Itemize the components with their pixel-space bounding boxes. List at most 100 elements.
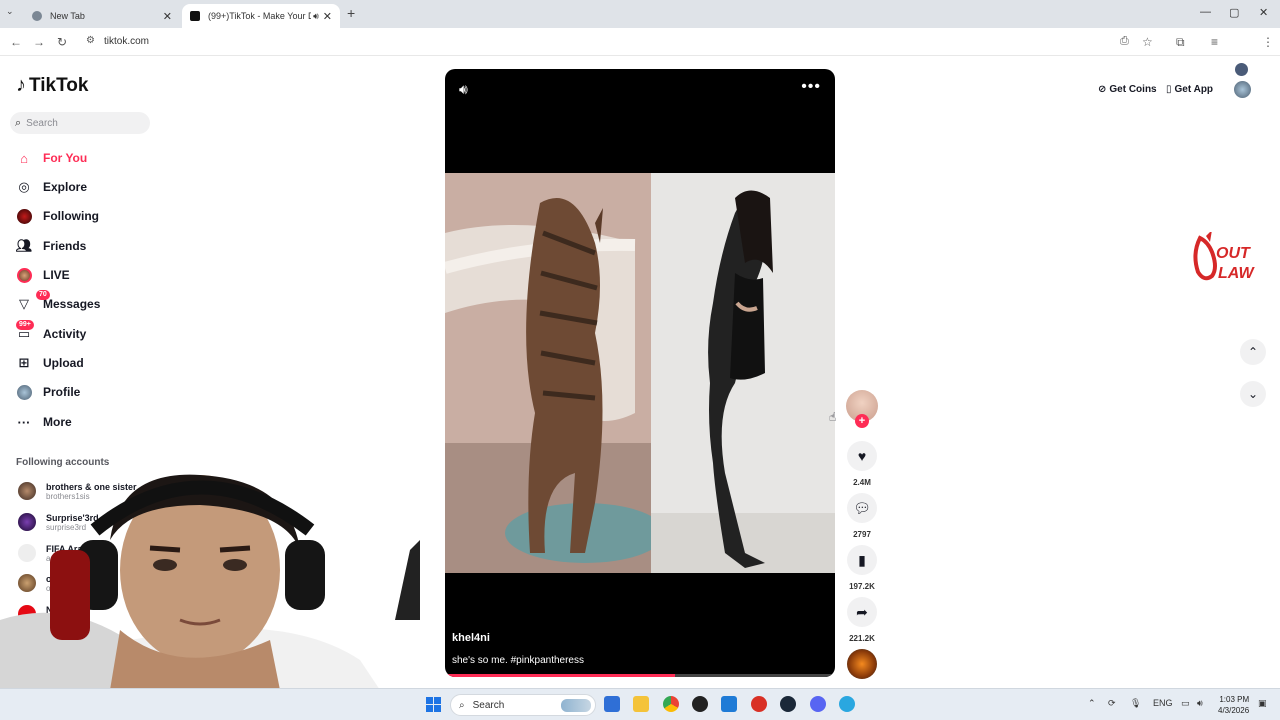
- tab-list-icon[interactable]: ⌄: [6, 6, 14, 17]
- media-control-icon[interactable]: ≡: [1211, 35, 1218, 49]
- maximize-button[interactable]: ▢: [1229, 6, 1239, 19]
- video-progress-fill: [445, 674, 676, 677]
- messages-badge: 70: [36, 290, 50, 300]
- sidebar-item-label: Profile: [43, 385, 81, 399]
- microphone-icon[interactable]: 🎙︎: [1130, 698, 1141, 709]
- tiktok-logo[interactable]: ♪ TikTok: [16, 74, 88, 97]
- new-tab-button[interactable]: +: [347, 5, 355, 21]
- share-icon[interactable]: ➦: [847, 597, 877, 627]
- search-placeholder: Search: [26, 117, 58, 129]
- volume-icon[interactable]: 🔊︎: [1197, 698, 1203, 709]
- search-input[interactable]: ⌕ Search: [10, 112, 150, 134]
- tray-app-icon[interactable]: ⟳: [1108, 698, 1116, 709]
- comment-icon[interactable]: 💬︎: [847, 493, 877, 523]
- music-disc-icon[interactable]: [847, 649, 877, 679]
- heart-icon[interactable]: ♥: [847, 441, 877, 471]
- clock-time: 1:03 PM: [1219, 695, 1250, 704]
- get-coins-link[interactable]: ⊘ Get Coins: [1098, 84, 1157, 95]
- search-highlight-icon: [561, 699, 591, 712]
- extensions-icon[interactable]: ⧉: [1176, 35, 1185, 50]
- address-bar[interactable]: tiktok.com: [104, 36, 149, 47]
- sidebar-item-profile[interactable]: Profile: [16, 381, 80, 403]
- tab-new-tab[interactable]: New Tab ✕: [24, 4, 180, 28]
- app-icon[interactable]: [839, 696, 855, 712]
- share-action[interactable]: ➦ 221.2K: [846, 597, 878, 643]
- chrome-icon[interactable]: [663, 696, 679, 712]
- language-indicator[interactable]: ENG: [1153, 698, 1173, 708]
- taskbar-clock[interactable]: 1:03 PM 4/3/2026: [1218, 694, 1249, 716]
- save-action[interactable]: ▮ 197.2K: [846, 545, 878, 591]
- tiktok-favicon-icon: [190, 11, 200, 21]
- taskbar-search-label: Search: [472, 699, 505, 711]
- like-action[interactable]: ♥ 2.4M: [846, 441, 878, 487]
- get-app-link[interactable]: ▯ Get App: [1166, 84, 1213, 95]
- more-options-icon[interactable]: •••: [801, 78, 821, 96]
- volume-icon[interactable]: 🔊︎: [459, 81, 468, 98]
- sidebar-item-label: Activity: [43, 327, 87, 341]
- tab-title: New Tab: [50, 11, 85, 21]
- follow-button[interactable]: +: [855, 414, 869, 428]
- bookmark-icon[interactable]: ▮: [847, 545, 877, 575]
- sidebar-item-more[interactable]: ··· More: [16, 411, 72, 433]
- sidebar-item-following[interactable]: Following: [16, 205, 99, 227]
- close-window-button[interactable]: ✕: [1259, 6, 1268, 19]
- sidebar-item-for-you[interactable]: ⌂ For You: [16, 147, 87, 169]
- network-icon[interactable]: ▭: [1181, 698, 1190, 709]
- close-tab-icon[interactable]: ✕: [163, 10, 172, 23]
- close-tab-icon[interactable]: ✕: [323, 10, 332, 23]
- site-info-icon[interactable]: ⚙: [86, 35, 95, 46]
- user-avatar[interactable]: [1234, 81, 1251, 98]
- menu-kebab-icon[interactable]: ⋮: [1262, 35, 1274, 49]
- tab-title: (99+)TikTok - Make Your Day: [208, 11, 311, 21]
- search-icon: ⌕: [459, 699, 465, 711]
- task-view-icon[interactable]: [604, 696, 620, 712]
- notifications-icon[interactable]: ▣: [1258, 698, 1267, 709]
- comment-action[interactable]: 💬︎ 2797: [846, 493, 878, 539]
- back-icon[interactable]: ←: [10, 35, 22, 49]
- bookmark-star-icon[interactable]: ☆: [1142, 35, 1153, 49]
- file-explorer-icon[interactable]: [633, 696, 649, 712]
- discord-icon[interactable]: [810, 696, 826, 712]
- svg-text:LAW: LAW: [1218, 265, 1255, 282]
- chevron-down-icon: ⌄: [1247, 387, 1259, 401]
- messages-icon: ▽: [19, 296, 29, 311]
- next-video-button[interactable]: ⌄: [1240, 381, 1266, 407]
- speaker-icon[interactable]: 🔊︎: [313, 11, 319, 22]
- video-progress-bar[interactable]: [445, 674, 835, 677]
- more-icon: ···: [17, 414, 31, 430]
- video-player[interactable]: 🔊︎ ••• khel4ni she's so me. #pinkpanther…: [445, 69, 835, 677]
- sidebar-item-live[interactable]: LIVE: [16, 264, 70, 286]
- sidebar-item-label: Friends: [43, 239, 87, 253]
- sidebar-item-upload[interactable]: ⊞ Upload: [16, 352, 84, 374]
- profile-avatar-icon: [16, 384, 32, 400]
- live-avatar-icon: [16, 267, 32, 283]
- minimize-button[interactable]: —: [1200, 6, 1211, 18]
- sidebar-item-friends[interactable]: 👥︎ Friends: [16, 235, 87, 257]
- reload-icon[interactable]: ↻: [57, 35, 67, 49]
- search-icon: ⌕: [15, 116, 22, 129]
- coin-icon: ⊘: [1098, 84, 1107, 95]
- forward-icon[interactable]: →: [33, 35, 45, 49]
- previous-video-button[interactable]: ⌃: [1240, 339, 1266, 365]
- install-app-icon[interactable]: ⎙: [1120, 35, 1129, 48]
- windows-start-icon[interactable]: [426, 697, 441, 712]
- app-icon[interactable]: [692, 696, 708, 712]
- sidebar-item-activity[interactable]: ▭ 99+ Activity: [16, 320, 87, 345]
- tab-tiktok[interactable]: (99+)TikTok - Make Your Day 🔊︎ ✕: [182, 4, 340, 28]
- sidebar-item-explore[interactable]: ◎ Explore: [16, 176, 87, 198]
- globe-icon: [32, 11, 42, 21]
- windows-taskbar: ⌕ Search ⌃ ⟳ 🎙︎ ENG ▭ 🔊︎ 1:03 PM 4/3/202…: [0, 688, 1280, 720]
- video-author[interactable]: khel4ni: [452, 632, 490, 644]
- sidebar-item-messages[interactable]: ▽ 70 Messages: [16, 290, 100, 315]
- profile-avatar[interactable]: [1235, 63, 1248, 76]
- app-icon[interactable]: [751, 696, 767, 712]
- taskbar-search[interactable]: ⌕ Search: [450, 694, 596, 716]
- sidebar-item-label: Explore: [43, 180, 88, 194]
- video-caption: she's so me. #pinkpantheress: [452, 655, 584, 666]
- mouse-cursor-icon: ☝︎: [829, 410, 837, 424]
- activity-badge: 99+: [16, 320, 34, 330]
- steam-icon[interactable]: [780, 696, 796, 712]
- photos-icon[interactable]: [721, 696, 737, 712]
- sidebar-item-label: More: [43, 415, 72, 429]
- tray-overflow-icon[interactable]: ⌃: [1088, 698, 1096, 709]
